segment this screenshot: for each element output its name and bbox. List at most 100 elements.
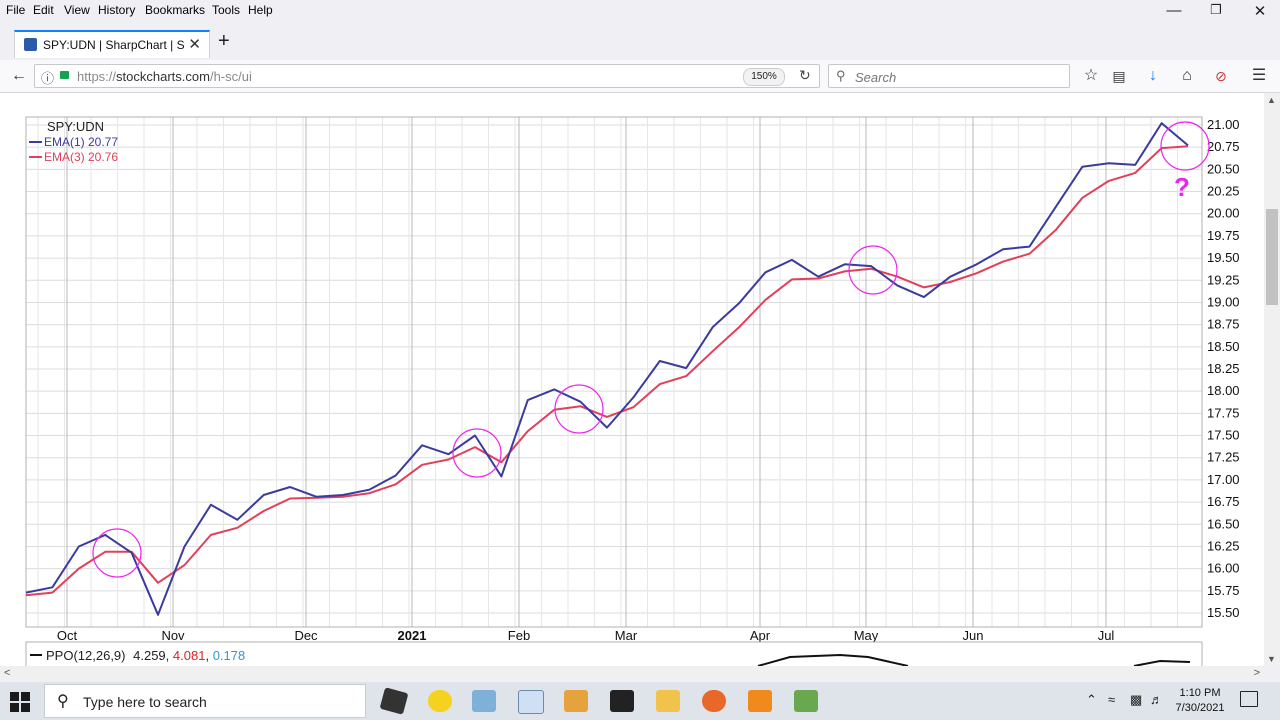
y-tick-label: 15.50 <box>1207 605 1240 620</box>
app-icon-3[interactable] <box>472 690 496 712</box>
x-tick-label: Dec <box>294 628 318 643</box>
y-tick-label: 19.50 <box>1207 250 1240 265</box>
y-tick-label: 20.25 <box>1207 184 1240 199</box>
bookmark-star-icon[interactable]: ☆ <box>1080 65 1102 87</box>
download-icon[interactable]: ↓ <box>1142 65 1164 87</box>
y-tick-label: 20.75 <box>1207 139 1240 154</box>
tab-title: SPY:UDN | SharpChart | Stoc <box>43 38 185 52</box>
app-icon-1[interactable] <box>379 687 409 715</box>
firefox-icon[interactable] <box>702 690 726 712</box>
annotation-circles <box>92 121 1210 578</box>
app-icon-5[interactable] <box>564 690 588 712</box>
ppo-value-1: 4.259 <box>133 648 166 663</box>
page-content: 15.50 15.75 16.00 16.25 16.50 16.75 17.00 17.25… <box>0 93 1280 666</box>
y-tick-label: 16.25 <box>1207 538 1240 553</box>
notification-icon[interactable] <box>1240 691 1258 707</box>
app-icon-2[interactable] <box>428 690 452 712</box>
battery-icon[interactable]: ▩ <box>1130 692 1142 708</box>
chart-symbol: SPY:UDN <box>47 119 104 134</box>
y-tick-label: 19.00 <box>1207 294 1240 309</box>
windows-taskbar: ⚲ Type here to search ⌃ ≈ ▩ ♬ 1:10 PM 7/… <box>0 682 1280 720</box>
network-icon[interactable]: ≈ <box>1108 692 1115 707</box>
y-tick-label: 19.75 <box>1207 228 1240 243</box>
search-input[interactable] <box>853 67 1067 87</box>
extension-icon[interactable]: ⊘ <box>1210 65 1232 87</box>
x-tick-label: Jun <box>963 628 984 643</box>
annotation-question-mark: ? <box>1174 172 1190 202</box>
clock-date: 7/30/2021 <box>1175 702 1225 714</box>
search-box[interactable]: ⚲ <box>828 64 1070 88</box>
y-tick-label: 17.25 <box>1207 450 1240 465</box>
stockcharts-favicon-icon <box>24 38 37 51</box>
x-tick-label: Nov <box>161 628 185 643</box>
menu-history[interactable]: History <box>98 3 135 17</box>
vlc-icon[interactable] <box>748 690 772 712</box>
vertical-scroll-thumb[interactable] <box>1266 209 1278 305</box>
app-icon-4[interactable] <box>518 690 544 714</box>
minimize-icon[interactable]: — <box>1164 2 1184 19</box>
y-tick-label: 18.25 <box>1207 361 1240 376</box>
scroll-right-icon[interactable]: > <box>1254 667 1260 679</box>
y-tick-label: 16.50 <box>1207 516 1240 531</box>
hamburger-menu-icon[interactable]: ☰ <box>1248 65 1270 87</box>
home-icon[interactable]: ⌂ <box>1176 65 1198 87</box>
url-text: https://stockcharts.com/h-sc/ui <box>77 69 252 84</box>
ppo-value-3: 0.178 <box>213 648 246 663</box>
navigation-toolbar: ← ⓘ https://stockcharts.com/h-sc/ui 150%… <box>0 60 1280 93</box>
legend-ema1: EMA(1) 20.77 <box>44 135 118 149</box>
lock-icon <box>60 71 69 79</box>
price-chart: 15.50 15.75 16.00 16.25 16.50 16.75 17.00 17.25… <box>25 116 1240 666</box>
menu-tools[interactable]: Tools <box>212 3 240 17</box>
vertical-scrollbar[interactable]: ▲ ▼ <box>1264 93 1280 666</box>
taskbar-search-box[interactable]: ⚲ Type here to search <box>44 684 366 718</box>
menu-edit[interactable]: Edit <box>33 3 54 17</box>
windows-start-icon[interactable] <box>10 692 30 712</box>
volume-icon[interactable]: ♬ <box>1150 692 1163 707</box>
address-bar[interactable]: ⓘ https://stockcharts.com/h-sc/ui 150% ↻ <box>34 64 820 88</box>
back-arrow-icon[interactable]: ← <box>8 65 30 87</box>
y-tick-label: 17.00 <box>1207 472 1240 487</box>
menu-view[interactable]: View <box>64 3 90 17</box>
library-icon[interactable]: ▤ <box>1108 65 1130 87</box>
close-window-icon[interactable]: ✕ <box>1250 2 1270 20</box>
file-explorer-icon[interactable] <box>656 690 680 712</box>
new-tab-button[interactable]: + <box>218 30 230 53</box>
menu-bar: File Edit View History Bookmarks Tools H… <box>0 0 1280 22</box>
menu-help[interactable]: Help <box>248 3 273 17</box>
reload-icon[interactable]: ↻ <box>799 67 811 84</box>
x-tick-label: Feb <box>508 628 530 643</box>
taskbar-search-icon: ⚲ <box>57 693 69 710</box>
app-icon-10[interactable] <box>794 690 818 712</box>
y-tick-label: 18.00 <box>1207 383 1240 398</box>
ppo-value-2: 4.081 <box>173 648 206 663</box>
zoom-level-button[interactable]: 150% <box>743 68 785 86</box>
menu-file[interactable]: File <box>6 3 25 17</box>
plot-frame <box>25 116 1203 628</box>
horizontal-scrollbar[interactable]: < > <box>0 666 1264 682</box>
menu-bookmarks[interactable]: Bookmarks <box>145 3 205 17</box>
x-tick-label: Jul <box>1098 628 1115 643</box>
scroll-down-icon[interactable]: ▼ <box>1267 654 1276 664</box>
tray-chevron-icon[interactable]: ⌃ <box>1086 692 1097 708</box>
x-tick-label: 2021 <box>398 628 427 643</box>
x-tick-label: Oct <box>57 628 78 643</box>
y-axis-labels: 15.50 15.75 16.00 16.25 16.50 16.75 17.00 17.25… <box>1207 117 1240 620</box>
close-tab-icon[interactable]: ✕ <box>188 35 201 53</box>
y-tick-label: 20.00 <box>1207 206 1240 221</box>
x-axis-labels: Oct Nov Dec 2021 Feb Mar Apr May Jun Jul <box>57 628 1115 643</box>
y-tick-label: 17.75 <box>1207 405 1240 420</box>
tab-sharpchart[interactable]: SPY:UDN | SharpChart | Stoc ✕ <box>14 30 210 58</box>
scroll-left-icon[interactable]: < <box>4 667 10 679</box>
taskbar-clock[interactable]: 1:10 PM 7/30/2021 <box>1168 686 1232 716</box>
scroll-up-icon[interactable]: ▲ <box>1267 95 1276 105</box>
x-tick-label: Apr <box>750 628 771 643</box>
restore-icon[interactable]: ❐ <box>1206 2 1226 18</box>
ppo-label: PPO(12,26,9) <box>46 648 126 663</box>
tab-bar: SPY:UDN | SharpChart | Stoc ✕ <box>0 26 1280 60</box>
photos-icon[interactable] <box>610 690 634 712</box>
info-icon[interactable]: ⓘ <box>41 68 54 87</box>
y-tick-label: 15.75 <box>1207 583 1240 598</box>
y-tick-label: 18.75 <box>1207 317 1240 332</box>
search-icon: ⚲ <box>836 68 846 83</box>
x-tick-label: Mar <box>615 628 638 643</box>
